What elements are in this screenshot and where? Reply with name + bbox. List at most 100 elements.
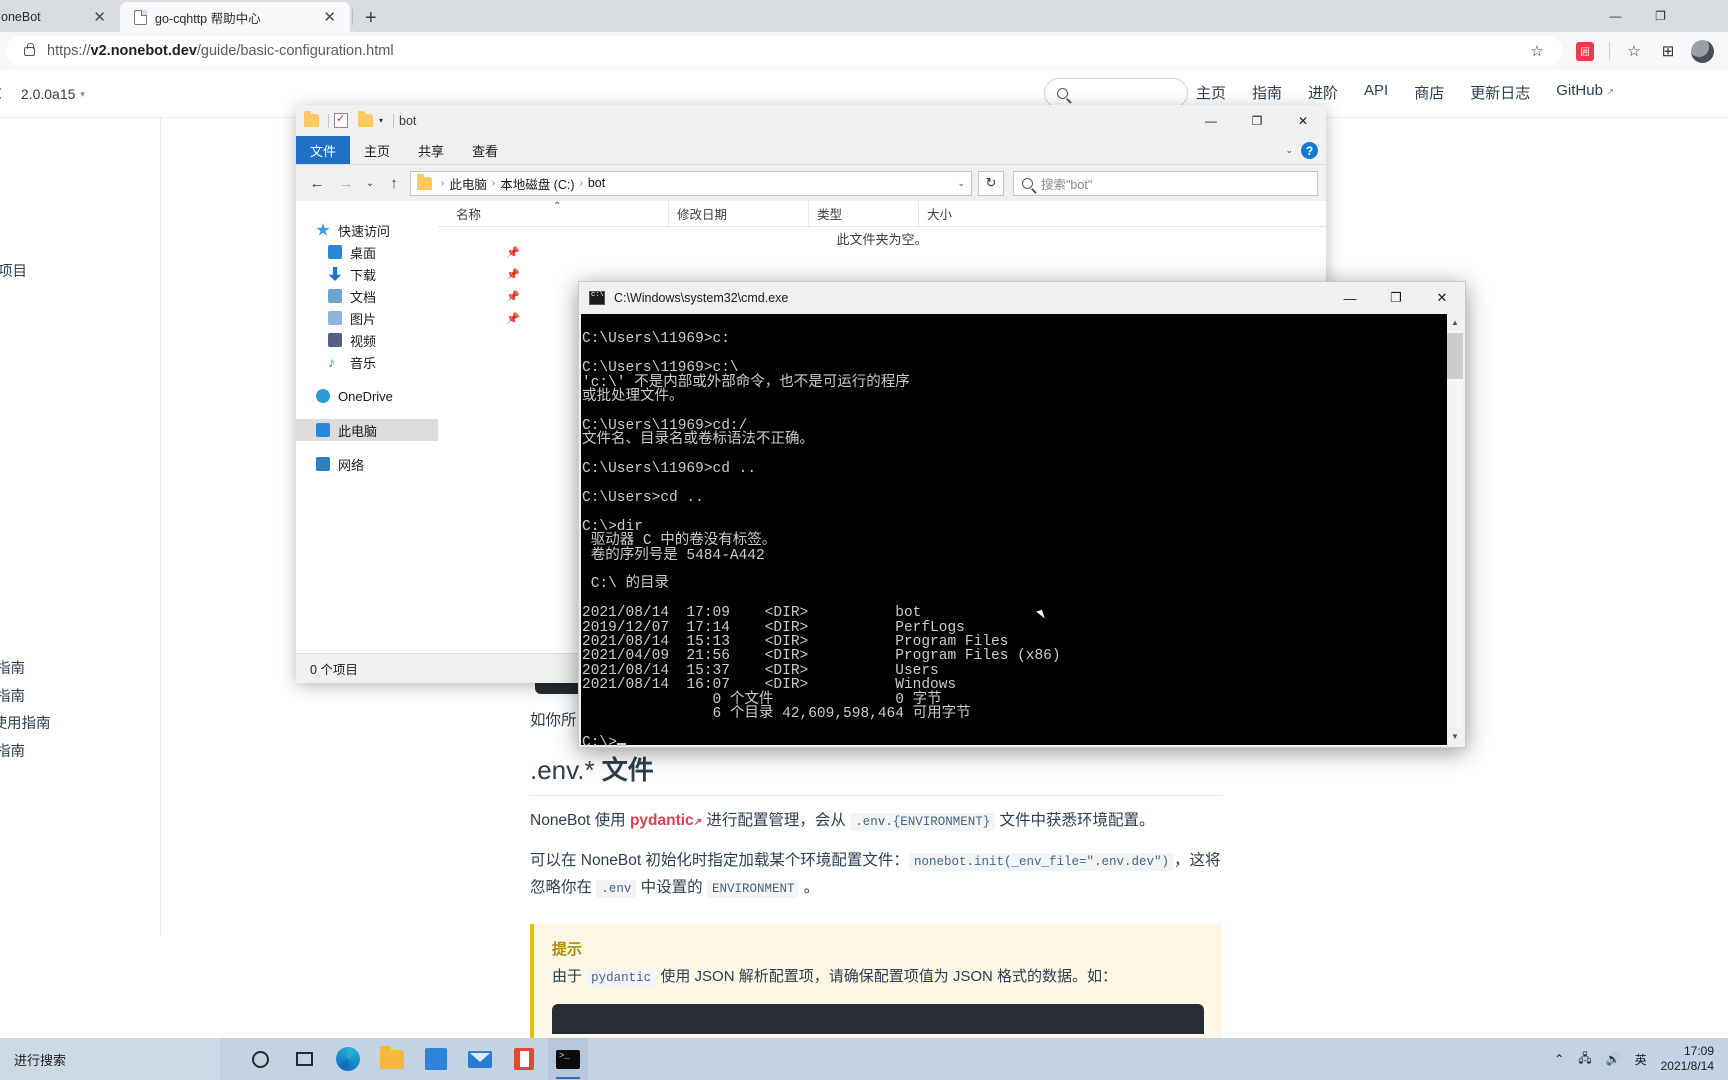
site-link-changelog[interactable]: 更新日志: [1470, 82, 1530, 103]
cmd-title-bar[interactable]: C:\Windows\system32\cmd.exe — ❐ ✕: [579, 282, 1465, 314]
tip-code-block: [552, 1004, 1204, 1034]
explorer-title-bar[interactable]: ▾ bot — ❐ ✕: [296, 105, 1326, 136]
site-link-github[interactable]: GitHub ↗: [1556, 82, 1614, 103]
tab-close-icon[interactable]: ✕: [319, 8, 340, 27]
column-header-size[interactable]: 大小: [918, 201, 1028, 226]
collections-icon[interactable]: ⊞: [1652, 36, 1684, 66]
properties-icon[interactable]: [334, 112, 348, 128]
profile-avatar-icon[interactable]: [1686, 36, 1718, 66]
network-icon: [316, 457, 330, 471]
favorites-list-icon[interactable]: ☆: [1618, 36, 1650, 66]
back-button[interactable]: ←: [304, 170, 330, 196]
tree-item-music[interactable]: ♪ 音乐: [296, 351, 438, 373]
cmd-maximize-button[interactable]: ❐: [1373, 282, 1419, 314]
ribbon-tab-home[interactable]: 主页: [350, 136, 404, 165]
browser-tab-0[interactable]: NoneBot ✕: [0, 2, 120, 32]
sidebar-fragment-4[interactable]: 指南: [0, 740, 25, 761]
explorer-maximize-button[interactable]: ❐: [1234, 105, 1280, 136]
tray-expand-icon[interactable]: ⌃: [1554, 1052, 1564, 1066]
recent-locations-button[interactable]: ⌄: [362, 170, 378, 196]
scroll-down-icon[interactable]: ▼: [1447, 728, 1463, 745]
cmd-scrollbar[interactable]: ▲ ▼: [1446, 314, 1463, 745]
office-icon[interactable]: [504, 1038, 544, 1080]
network-icon[interactable]: 🖧: [1578, 1049, 1591, 1070]
column-header-date[interactable]: 修改日期: [668, 201, 808, 226]
breadcrumb-this-pc[interactable]: 此电脑: [449, 174, 487, 193]
tree-item-onedrive[interactable]: OneDrive: [296, 385, 438, 407]
tree-item-downloads[interactable]: 下载 📌: [296, 263, 520, 285]
mail-icon[interactable]: [460, 1038, 500, 1080]
volume-icon[interactable]: 🔊: [1606, 1052, 1621, 1066]
pictures-icon: [328, 311, 342, 325]
help-icon[interactable]: ?: [1301, 142, 1318, 159]
site-brand[interactable]: ot: [0, 82, 1, 105]
folder-icon: [304, 111, 319, 127]
cortana-icon[interactable]: [240, 1038, 280, 1080]
scroll-up-icon[interactable]: ▲: [1447, 314, 1463, 331]
tree-item-desktop[interactable]: 桌面 📌: [296, 241, 520, 263]
taskbar-search-input[interactable]: 进行搜索: [0, 1038, 220, 1080]
empty-folder-message: 此文件夹为空。: [836, 232, 928, 247]
site-link-guide[interactable]: 指南: [1252, 82, 1282, 103]
site-nav-links: 主页 指南 进阶 API 商店 更新日志 GitHub ↗: [1196, 82, 1614, 103]
site-link-api[interactable]: API: [1364, 82, 1388, 103]
site-link-store[interactable]: 商店: [1414, 82, 1444, 103]
site-search-input[interactable]: [1044, 78, 1188, 108]
edge-browser-icon[interactable]: [328, 1038, 368, 1080]
sidebar-fragment-1[interactable]: 指南: [0, 657, 25, 678]
breadcrumb-local-disk[interactable]: 本地磁盘 (C:): [500, 174, 574, 193]
refresh-button[interactable]: ↻: [978, 170, 1004, 196]
sidebar-fragment-3[interactable]: 议使用指南: [0, 712, 51, 733]
task-view-icon[interactable]: [284, 1038, 324, 1080]
new-folder-icon[interactable]: [358, 111, 373, 127]
tree-item-videos[interactable]: 视频: [296, 329, 438, 351]
tab-close-icon[interactable]: ✕: [89, 8, 110, 27]
breadcrumb-bot[interactable]: bot: [588, 176, 605, 190]
command-prompt-taskbar-icon[interactable]: [548, 1038, 588, 1080]
scrollbar-thumb[interactable]: [1447, 333, 1463, 379]
tree-item-documents[interactable]: 文档 📌: [296, 285, 520, 307]
extension-icon[interactable]: 囲: [1569, 36, 1601, 66]
column-header-type[interactable]: 类型: [808, 201, 918, 226]
ribbon-tab-share[interactable]: 共享: [404, 136, 458, 165]
paragraph-1: NoneBot 使用 pydantic↗ 进行配置管理，会从 .env.{ENV…: [530, 812, 1155, 831]
explorer-title: bot: [399, 113, 417, 128]
browser-minimize-button[interactable]: —: [1593, 0, 1638, 32]
site-link-home[interactable]: 主页: [1196, 82, 1226, 103]
explorer-close-button[interactable]: ✕: [1280, 105, 1326, 136]
taskbar-clock[interactable]: 17:09 2021/8/14: [1661, 1044, 1714, 1074]
site-version-selector[interactable]: 2.0.0a15 ▾: [21, 86, 85, 102]
pydantic-link[interactable]: pydantic↗: [630, 812, 702, 829]
explorer-search-input[interactable]: 搜索"bot": [1013, 170, 1318, 196]
browser-maximize-button[interactable]: ❐: [1638, 0, 1683, 32]
explorer-minimize-button[interactable]: —: [1188, 105, 1234, 136]
scrollbar-track[interactable]: [1447, 331, 1463, 728]
favorite-star-icon[interactable]: ☆: [1521, 36, 1553, 66]
new-tab-button[interactable]: +: [365, 8, 377, 28]
chevron-down-icon[interactable]: ⌄: [1285, 145, 1293, 156]
cmd-console-body[interactable]: C:\Users\11969>c: C:\Users\11969>c:\ 'c:…: [581, 314, 1463, 750]
file-explorer-icon[interactable]: [372, 1038, 412, 1080]
sidebar-fragment-2[interactable]: 指南: [0, 685, 25, 706]
sidebar-fragment-0[interactable]: 项目: [0, 260, 27, 281]
cmd-minimize-button[interactable]: —: [1327, 282, 1373, 314]
explorer-address-breadcrumb[interactable]: › 此电脑 › 本地磁盘 (C:) › bot ⌄: [410, 170, 972, 196]
ribbon-tab-file[interactable]: 文件: [296, 136, 351, 165]
chevron-down-icon[interactable]: ⌄: [957, 178, 965, 189]
chevron-down-icon[interactable]: ▾: [379, 116, 383, 125]
tree-item-network[interactable]: 网络: [296, 453, 438, 475]
tree-item-this-pc[interactable]: 此电脑: [296, 419, 438, 441]
clock-date: 2021/8/14: [1660, 1059, 1714, 1073]
up-button[interactable]: ↑: [381, 170, 407, 196]
site-link-advanced[interactable]: 进阶: [1308, 82, 1338, 103]
browser-tab-1[interactable]: go-cqhttp 帮助中心 ✕: [120, 2, 350, 32]
tree-item-quick-access[interactable]: 快速访问: [296, 219, 438, 241]
tree-item-pictures[interactable]: 图片 📌: [296, 307, 520, 329]
cmd-close-button[interactable]: ✕: [1419, 282, 1465, 314]
url-input[interactable]: https://v2.nonebot.dev/guide/basic-confi…: [6, 36, 1563, 66]
forward-button[interactable]: →: [333, 170, 359, 196]
microsoft-store-icon[interactable]: [416, 1038, 456, 1080]
ime-indicator[interactable]: 英: [1635, 1051, 1647, 1068]
ribbon-tab-view[interactable]: 查看: [458, 136, 512, 165]
windows-taskbar: 进行搜索 ⌃ 🖧 🔊 英 17:09 2021/8/14: [0, 1038, 1728, 1080]
